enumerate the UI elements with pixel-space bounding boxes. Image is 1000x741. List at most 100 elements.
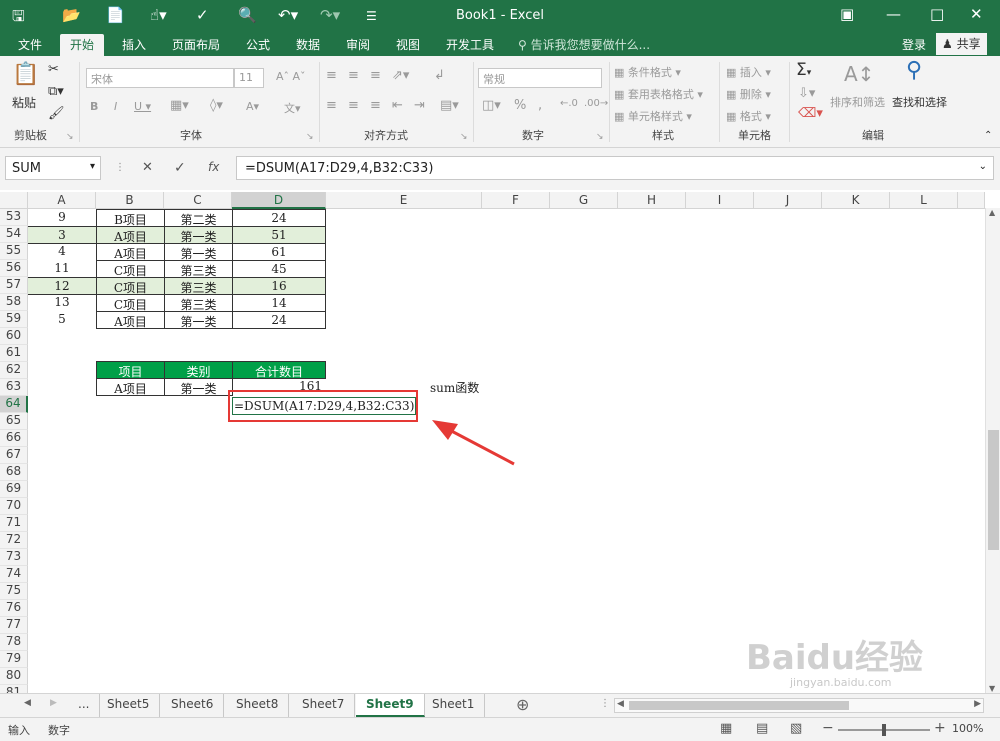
font-size-box[interactable]: 11 (234, 68, 264, 88)
login-link[interactable]: 登录 (902, 36, 926, 53)
cell-d-row-55[interactable]: 61 (232, 243, 326, 261)
row-header-70[interactable]: 70 (0, 498, 28, 515)
cell-b-row-59[interactable]: A项目 (96, 311, 165, 329)
col-header-f[interactable]: F (482, 192, 550, 209)
insert-function-icon[interactable]: fx (208, 160, 219, 174)
tab-page-layout[interactable]: 页面布局 (172, 36, 220, 53)
row-header-54[interactable]: 54 (0, 226, 28, 243)
align-bottom-icon[interactable]: ≡ (370, 68, 381, 83)
sort-filter-button[interactable]: 排序和筛选 (830, 94, 885, 110)
paste-button[interactable]: 粘贴 (12, 94, 36, 111)
cell-a-row-59[interactable]: 5 (28, 311, 96, 329)
format-painter-icon[interactable]: 🖌 (48, 106, 65, 121)
row-header-59[interactable]: 59 (0, 311, 28, 328)
name-box-dropdown-icon[interactable]: ▾ (90, 161, 95, 172)
tab-split-handle-icon[interactable]: ⋮ (600, 698, 610, 709)
row-header-67[interactable]: 67 (0, 447, 28, 464)
page-layout-view-icon[interactable]: ▤ (756, 721, 768, 736)
vertical-scroll-thumb[interactable] (988, 430, 999, 550)
col-header-c[interactable]: C (164, 192, 232, 209)
sheet-tab-sheet1[interactable]: Sheet1 (422, 694, 486, 717)
col-header-d[interactable]: D (232, 192, 326, 209)
criteria-header-item[interactable]: 项目 (96, 361, 165, 379)
clear-icon[interactable]: ⌫▾ (798, 106, 823, 121)
cell-b-row-56[interactable]: C项目 (96, 260, 165, 278)
decrease-decimal-icon[interactable]: .00→ (584, 98, 608, 109)
tab-data[interactable]: 数据 (296, 36, 320, 53)
orientation-icon[interactable]: ⇗▾ (392, 68, 409, 83)
name-box[interactable]: SUM ▾ (5, 156, 101, 180)
wrap-text-icon[interactable]: ↲ (434, 68, 445, 83)
cell-d-row-54[interactable]: 51 (232, 226, 326, 244)
sum-function-note[interactable]: sum函数 (430, 378, 500, 395)
tab-view[interactable]: 视图 (396, 36, 420, 53)
scroll-down-icon[interactable]: ▼ (989, 684, 995, 693)
tab-file[interactable]: 文件 (18, 36, 42, 53)
sheet-tab-more[interactable]: ... (68, 694, 101, 717)
conditional-format-button[interactable]: ▦ 条件格式 ▾ (614, 64, 681, 80)
col-header-a[interactable]: A (28, 192, 96, 209)
zoom-out-icon[interactable]: − (822, 720, 834, 736)
fill-icon[interactable]: ⇩▾ (798, 86, 815, 101)
cell-d-row-57[interactable]: 16 (232, 277, 326, 295)
sheet-tab-sheet8[interactable]: Sheet8 (226, 694, 290, 717)
row-header-77[interactable]: 77 (0, 617, 28, 634)
align-left-icon[interactable]: ≡ (326, 98, 337, 113)
percent-icon[interactable]: % (514, 98, 526, 113)
sort-filter-icon[interactable]: A↕ (844, 62, 874, 86)
normal-view-icon[interactable]: ▦ (720, 721, 732, 736)
cell-c-row-56[interactable]: 第三类 (164, 260, 233, 278)
formula-input[interactable]: =DSUM(A17:D29,4,B32:C33) ⌄ (236, 156, 994, 180)
col-header-h[interactable]: H (618, 192, 686, 209)
cell-a-row-55[interactable]: 4 (28, 243, 96, 261)
row-header-68[interactable]: 68 (0, 464, 28, 481)
insert-cells-button[interactable]: ▦ 插入 ▾ (726, 64, 771, 80)
tell-me-box[interactable]: ⚲ 告诉我您想要做什么... (518, 36, 650, 53)
cell-a-row-54[interactable]: 3 (28, 226, 96, 244)
col-header-b[interactable]: B (96, 192, 164, 209)
align-middle-icon[interactable]: ≡ (348, 68, 359, 83)
tab-developer[interactable]: 开发工具 (446, 36, 494, 53)
col-header-l[interactable]: L (890, 192, 958, 209)
row-header-78[interactable]: 78 (0, 634, 28, 651)
add-sheet-icon[interactable]: ⊕ (516, 695, 529, 714)
row-header-61[interactable]: 61 (0, 345, 28, 362)
next-sheet-icon[interactable]: ▶ (50, 698, 57, 708)
table-format-button[interactable]: ▦ 套用表格格式 ▾ (614, 86, 703, 102)
row-header-63[interactable]: 63 (0, 379, 28, 396)
borders-icon[interactable]: ▦▾ (170, 98, 189, 113)
paste-icon[interactable]: 📋 (12, 62, 39, 87)
criteria-header-total[interactable]: 合计数目 (232, 361, 326, 379)
sheet-tab-sheet6[interactable]: Sheet6 (161, 694, 225, 717)
cell-c-row-57[interactable]: 第三类 (164, 277, 233, 295)
enter-icon[interactable]: ✓ (174, 160, 186, 176)
tab-insert[interactable]: 插入 (122, 36, 146, 53)
expand-formula-icon[interactable]: ⌄ (979, 161, 987, 172)
row-header-53[interactable]: 53 (0, 209, 28, 226)
zoom-slider-thumb[interactable] (882, 724, 886, 736)
col-header-k[interactable]: K (822, 192, 890, 209)
close-icon[interactable]: ✕ (970, 5, 983, 23)
grow-font-icon[interactable]: Aˆ Aˇ (276, 70, 306, 83)
cell-b-row-53[interactable]: B项目 (96, 209, 165, 227)
cell-b-row-58[interactable]: C项目 (96, 294, 165, 312)
row-header-73[interactable]: 73 (0, 549, 28, 566)
row-header-57[interactable]: 57 (0, 277, 28, 294)
row-header-74[interactable]: 74 (0, 566, 28, 583)
select-all-corner[interactable] (0, 192, 28, 209)
align-right-icon[interactable]: ≡ (370, 98, 381, 113)
find-select-button[interactable]: 查找和选择 (892, 94, 947, 110)
cell-a-row-56[interactable]: 11 (28, 260, 96, 278)
tab-review[interactable]: 审阅 (346, 36, 370, 53)
tab-formulas[interactable]: 公式 (246, 36, 270, 53)
horizontal-scrollbar[interactable]: ◀ ▶ (614, 698, 984, 713)
scroll-up-icon[interactable]: ▲ (989, 208, 995, 217)
font-name-box[interactable]: 宋体 (86, 68, 234, 88)
cell-c-row-55[interactable]: 第一类 (164, 243, 233, 261)
delete-cells-button[interactable]: ▦ 删除 ▾ (726, 86, 771, 102)
horizontal-scroll-thumb[interactable] (629, 701, 849, 710)
row-header-60[interactable]: 60 (0, 328, 28, 345)
cell-b-row-54[interactable]: A项目 (96, 226, 165, 244)
page-break-view-icon[interactable]: ▧ (790, 721, 802, 736)
row-header-75[interactable]: 75 (0, 583, 28, 600)
